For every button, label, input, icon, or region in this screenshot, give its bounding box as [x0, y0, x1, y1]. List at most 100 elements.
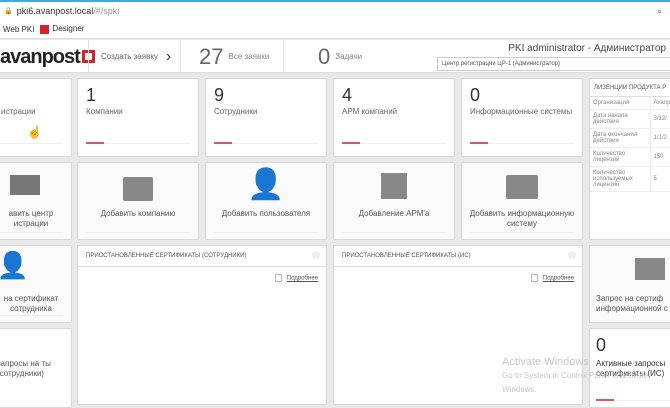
details-label: Подробнее	[542, 275, 574, 282]
action-label: Добавить компанию	[100, 209, 176, 218]
tasks-count: 0	[318, 43, 331, 69]
search-icon[interactable]: ⌕	[657, 6, 662, 17]
cell: 5	[650, 166, 670, 192]
table-row: Дата окончания действия 1/1/2	[590, 128, 670, 148]
bookmark-web-pki[interactable]: Web PKI	[3, 25, 34, 34]
license-table: Организация Avanp Дата начала действия 3/1…	[590, 97, 670, 192]
cell: Дата окончания действия	[590, 128, 651, 148]
bookmarks-bar: Web PKI Designer	[0, 20, 670, 39]
stat-card-registration[interactable]: истрации ☝	[0, 78, 72, 157]
stat-label: истрации	[1, 107, 36, 116]
details-link[interactable]: Подробнее	[530, 274, 574, 282]
stat-bar	[0, 143, 63, 144]
gear-icon[interactable]	[568, 251, 576, 259]
address-bar[interactable]: 🔒 pki6.avanpost.local/#/spki ⌕	[0, 0, 670, 20]
all-count: 27	[199, 43, 224, 69]
stat-label: АРМ компаний	[342, 107, 398, 116]
cell: Avanp	[650, 97, 670, 110]
stat-number: 9	[214, 85, 225, 105]
floppy-upload-icon	[381, 173, 407, 199]
action-label: на сертификат сотрудника	[3, 294, 59, 313]
employee-cert-request-button[interactable]: 👤 на сертификат сотрудника	[0, 245, 72, 323]
all-label: Все заявки	[228, 52, 270, 61]
license-title: ЛИЗЕНЦИИ ПРОДУКТА P	[590, 79, 670, 97]
suspended-certs-is-widget: ПРИОСТАНОВЛЕННЫЕ СЕРТИФИКАТЫ (ИС) Подробн…	[333, 245, 583, 405]
user-icon: 👤	[0, 250, 30, 280]
bookmark-label: Designer	[52, 24, 85, 34]
details-link[interactable]: Подробнее	[274, 274, 318, 282]
stat-bar	[86, 142, 190, 144]
card-label: запросы на ты (сотрудники)	[0, 359, 51, 378]
add-company-button[interactable]: Добавить компанию	[77, 162, 199, 240]
active-requests-employees-card[interactable]: запросы на ты (сотрудники)	[0, 328, 72, 408]
briefcase-icon	[123, 177, 153, 201]
stat-label: Активные запросы сертификаты (ИС)	[596, 359, 666, 378]
add-registration-center-button[interactable]: авить центр истрации	[0, 162, 72, 240]
stat-number: 0	[470, 85, 481, 105]
add-arm-button[interactable]: Добавление АРМ'а	[333, 162, 455, 240]
app-header: avanpost Создать заявку › 27 Все заявки 0З…	[0, 40, 670, 73]
gear-icon[interactable]	[312, 251, 320, 259]
cell: Дата начала действия	[590, 109, 651, 129]
license-panel: ЛИЗЕНЦИИ ПРОДУКТА P Организация Avanp Дат…	[589, 78, 670, 240]
document-icon	[274, 274, 282, 282]
stat-bar	[596, 399, 670, 401]
stat-number: 1	[86, 85, 97, 105]
hand-cursor-icon: ☝	[27, 125, 42, 139]
add-user-button[interactable]: 👤 Добавить пользователя	[205, 162, 327, 240]
chevron-right-icon: ›	[165, 47, 172, 65]
table-row: Организация Avanp	[590, 97, 670, 110]
cell: Количество используемых лицензий	[590, 166, 651, 192]
add-info-system-button[interactable]: Добавить информационную систему	[461, 162, 583, 240]
tasks-label: Задачи	[335, 52, 363, 61]
active-requests-is-card[interactable]: 0 Активные запросы сертификаты (ИС)	[589, 328, 670, 408]
cell: 1/1/2	[650, 128, 670, 148]
action-label: авить центр истрации	[8, 209, 54, 228]
cell: Организация	[590, 97, 651, 110]
stat-bar	[470, 142, 574, 144]
card-icon	[10, 175, 40, 195]
cell: 150	[650, 147, 670, 167]
user-name[interactable]: PKI administrator - Администратор	[508, 43, 666, 54]
is-cert-request-button[interactable]: Запрос на сертиф информационной с	[589, 245, 670, 323]
stat-card-employees[interactable]: 9 Сотрудники	[205, 78, 327, 157]
table-row: Дата начала действия 3/12/	[590, 109, 670, 129]
stat-number: 4	[342, 85, 353, 105]
stat-label: Компании	[86, 107, 123, 116]
action-label: Добавление АРМ'а	[358, 209, 430, 218]
stat-number: 0	[596, 335, 607, 355]
folder-icon	[506, 175, 538, 199]
stat-label: Информационные системы	[470, 107, 573, 116]
cell: 3/12/	[650, 109, 670, 129]
create-request-button[interactable]: Создать заявку ›	[88, 40, 180, 73]
logo[interactable]: avanpost	[0, 46, 95, 69]
stat-card-companies[interactable]: 1 Компании	[77, 78, 199, 157]
stat-label: Сотрудники	[214, 107, 258, 116]
action-label: Добавить пользователя	[221, 209, 311, 218]
table-row: Количество лицензий 150	[590, 147, 670, 167]
stat-card-info-systems[interactable]: 0 Информационные системы	[461, 78, 583, 157]
user-icon: 👤	[247, 168, 285, 201]
suspended-certs-employees-widget: ПРИОСТАНОВЛЕННЫЕ СЕРТИФИКАТЫ (СОТРУДНИКИ…	[77, 245, 327, 405]
url-path: /#/spki	[93, 6, 120, 16]
widget-title: ПРИОСТАНОВЛЕННЫЕ СЕРТИФИКАТЫ (СОТРУДНИКИ…	[86, 253, 247, 259]
registration-center-select[interactable]: Центр регистрации ЦР-1 (Администратор)	[437, 57, 670, 71]
create-label: Создать заявку	[101, 52, 158, 61]
designer-icon	[40, 24, 50, 34]
action-label: Запрос на сертиф информационной с	[596, 294, 668, 313]
lock-icon: 🔒	[4, 8, 13, 15]
tasks-link[interactable]: 0 Задачи	[283, 40, 386, 73]
stat-bar	[342, 142, 446, 144]
cell: Количество лицензий	[590, 147, 651, 167]
all-requests-link[interactable]: 27 Все заявки	[180, 40, 283, 73]
url-host: pki6.avanpost.local	[16, 6, 94, 16]
stat-bar	[214, 142, 318, 144]
details-label: Подробнее	[286, 275, 318, 282]
stat-card-arm[interactable]: 4 АРМ компаний	[333, 78, 455, 157]
document-icon	[530, 274, 538, 282]
widget-title: ПРИОСТАНОВЛЕННЫЕ СЕРТИФИКАТЫ (ИС)	[342, 253, 471, 259]
logo-text: avanpost	[0, 46, 81, 68]
table-row: Количество используемых лицензий 5	[590, 166, 670, 192]
bookmark-designer[interactable]: Designer	[40, 24, 85, 34]
action-label: Добавить информационную систему	[469, 209, 575, 228]
